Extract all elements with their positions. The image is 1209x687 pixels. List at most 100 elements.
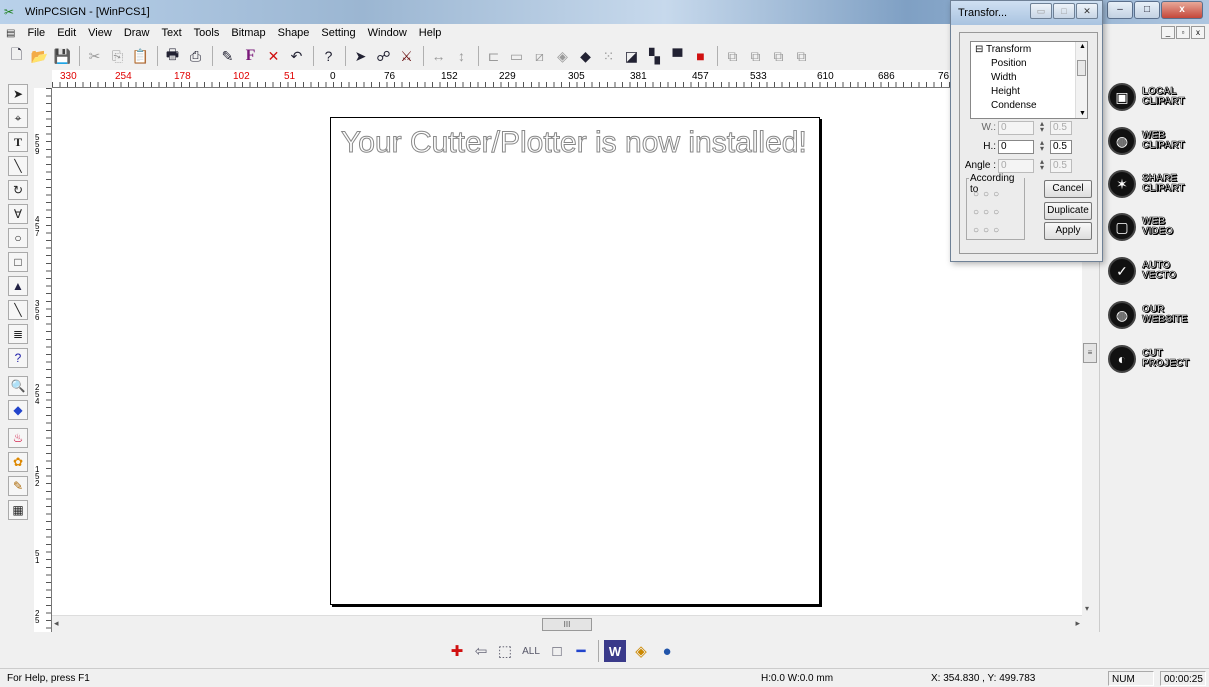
width-step-input[interactable]: 0.5: [1050, 121, 1072, 135]
web-clipart-button[interactable]: ◍ WEB CLIPART: [1108, 126, 1204, 156]
web-video-button[interactable]: ▢ WEB VIDEO: [1108, 212, 1204, 242]
menu-shape[interactable]: Shape: [272, 27, 316, 39]
dialog-minimize-button[interactable]: ▭: [1030, 3, 1052, 19]
zoom-in-icon[interactable]: ✚: [446, 640, 468, 662]
tree-scroll-thumb[interactable]: [1077, 60, 1086, 76]
scroll-right-arrow-icon[interactable]: ▸: [1075, 618, 1080, 629]
width-input[interactable]: 0: [998, 121, 1034, 135]
height-step-input[interactable]: 0.5: [1050, 140, 1072, 154]
tree-item-position[interactable]: Position: [991, 58, 1027, 69]
height-input[interactable]: 0: [998, 140, 1034, 154]
pencil-tool-icon[interactable]: ✎: [8, 476, 28, 496]
font-icon[interactable]: F: [240, 46, 261, 67]
mdi-restore-button[interactable]: ▫: [1176, 26, 1190, 39]
our-website-button[interactable]: ◍ OUR WEBSITE: [1108, 300, 1204, 330]
anchor-radio-row[interactable]: ○○○: [973, 189, 1021, 200]
align-left-icon[interactable]: ⊏: [483, 46, 504, 67]
tree-item-condense[interactable]: Condense: [991, 100, 1037, 111]
edit-node-icon[interactable]: ◈: [552, 46, 573, 67]
cut-icon[interactable]: ✂: [84, 46, 105, 67]
cut-logo-icon[interactable]: ◈: [630, 640, 652, 662]
knife-icon[interactable]: ⚔: [396, 46, 417, 67]
stamp-tool-icon[interactable]: ▲: [8, 276, 28, 296]
angle-step-input[interactable]: 0.5: [1050, 159, 1072, 173]
line-tool-icon[interactable]: ╲: [8, 156, 28, 176]
combine-icon[interactable]: ⧉: [768, 46, 789, 67]
pointer-tool-icon[interactable]: ➤: [8, 84, 28, 104]
zoom-out-icon[interactable]: ━: [570, 640, 592, 662]
cutter-icon[interactable]: ⎙: [185, 46, 206, 67]
grid-icon[interactable]: ⁙: [598, 46, 619, 67]
tree-scrollbar[interactable]: ▲ ▼: [1075, 42, 1087, 118]
anchor-radio-row[interactable]: ○○○: [973, 207, 1021, 218]
calculator-tool-icon[interactable]: ▦: [8, 500, 28, 520]
maximize-button[interactable]: □: [1134, 1, 1160, 19]
menu-tools[interactable]: Tools: [188, 27, 226, 39]
slant-icon[interactable]: ⧄: [529, 46, 550, 67]
special-text-tool-icon[interactable]: ?: [8, 348, 28, 368]
transform-tree[interactable]: ⊟ Transform Position Width Height Conden…: [970, 41, 1088, 119]
open-icon[interactable]: 📂: [29, 46, 50, 67]
menu-draw[interactable]: Draw: [118, 27, 156, 39]
menu-edit[interactable]: Edit: [51, 27, 82, 39]
bezier-tool-icon[interactable]: ∀: [8, 204, 28, 224]
print-icon[interactable]: 🖶: [162, 46, 183, 67]
width-spinner[interactable]: ▴ ▾: [1036, 120, 1048, 135]
weld-icon[interactable]: ▚: [644, 46, 665, 67]
horizontal-scrollbar[interactable]: ◂ III ▸: [52, 615, 1082, 632]
menu-setting[interactable]: Setting: [315, 27, 361, 39]
horizontal-scroll-thumb[interactable]: III: [542, 618, 592, 631]
fill-icon[interactable]: ◆: [575, 46, 596, 67]
flip-vertical-icon[interactable]: ↕: [451, 46, 472, 67]
tree-item-height[interactable]: Height: [991, 86, 1020, 97]
cancel-button[interactable]: Cancel: [1044, 180, 1092, 198]
paste-icon[interactable]: 📋: [130, 46, 151, 67]
zoom-previous-icon[interactable]: ⇦: [470, 640, 492, 662]
bucket-tool-icon[interactable]: ♨: [8, 428, 28, 448]
share-clipart-button[interactable]: ✶ SHARE CLIPART: [1108, 169, 1204, 199]
tree-item-width[interactable]: Width: [991, 72, 1017, 83]
angle-input[interactable]: 0: [998, 159, 1034, 173]
design-page[interactable]: Your Cutter/Plotter is now installed!: [330, 117, 820, 605]
align-center-icon[interactable]: ▭: [506, 46, 527, 67]
ellipse-tool-icon[interactable]: ○: [8, 228, 28, 248]
outline-icon[interactable]: ▀: [667, 46, 688, 67]
text-tool-icon[interactable]: T: [8, 132, 28, 152]
menu-file[interactable]: File: [21, 27, 51, 39]
mdi-minimize-button[interactable]: _: [1161, 26, 1175, 39]
height-spinner[interactable]: ▴ ▾: [1036, 139, 1048, 154]
node-tool-icon[interactable]: ⌖: [8, 108, 28, 128]
minimize-button[interactable]: –: [1107, 1, 1133, 19]
mdi-close-button[interactable]: x: [1191, 26, 1205, 39]
zoom-all-icon[interactable]: ALL: [520, 640, 542, 662]
drawing-canvas[interactable]: Your Cutter/Plotter is now installed!: [52, 88, 1082, 615]
document-menu-icon[interactable]: ▤: [6, 28, 15, 39]
vertical-scroll-thumb[interactable]: ≡: [1083, 343, 1097, 363]
text-block-tool-icon[interactable]: ≣: [8, 324, 28, 344]
undo-icon[interactable]: ↶: [286, 46, 307, 67]
dialog-maximize-button[interactable]: □: [1053, 3, 1075, 19]
zoom-tool-icon[interactable]: 🔍: [8, 376, 28, 396]
select-icon[interactable]: ➤: [350, 46, 371, 67]
node-icon[interactable]: ☍: [373, 46, 394, 67]
apply-button[interactable]: Apply: [1044, 222, 1092, 240]
delete-icon[interactable]: ✕: [263, 46, 284, 67]
pen-icon[interactable]: ✎: [217, 46, 238, 67]
save-icon[interactable]: 💾: [52, 46, 73, 67]
scroll-left-arrow-icon[interactable]: ◂: [54, 618, 59, 629]
menu-view[interactable]: View: [82, 27, 118, 39]
palette-tool-icon[interactable]: ✿: [8, 452, 28, 472]
anchor-radio-row[interactable]: ○○○: [973, 225, 1021, 236]
scroll-up-arrow-icon[interactable]: ▲: [1079, 43, 1086, 50]
zoom-selection-icon[interactable]: ⬚: [494, 640, 516, 662]
color-icon[interactable]: ■: [690, 46, 711, 67]
zoom-page-icon[interactable]: □: [546, 640, 568, 662]
menu-help[interactable]: Help: [413, 27, 448, 39]
w-logo-icon[interactable]: W: [604, 640, 626, 662]
canvas-text-object[interactable]: Your Cutter/Plotter is now installed!: [341, 126, 808, 160]
dialog-close-button[interactable]: ✕: [1076, 3, 1098, 19]
scroll-down-arrow-icon[interactable]: ▼: [1079, 110, 1086, 117]
dialog-title-bar[interactable]: Transfor... ▭ □ ✕: [951, 1, 1102, 25]
knife-tool-icon[interactable]: ╲: [8, 300, 28, 320]
copy-icon[interactable]: ⎘: [107, 46, 128, 67]
